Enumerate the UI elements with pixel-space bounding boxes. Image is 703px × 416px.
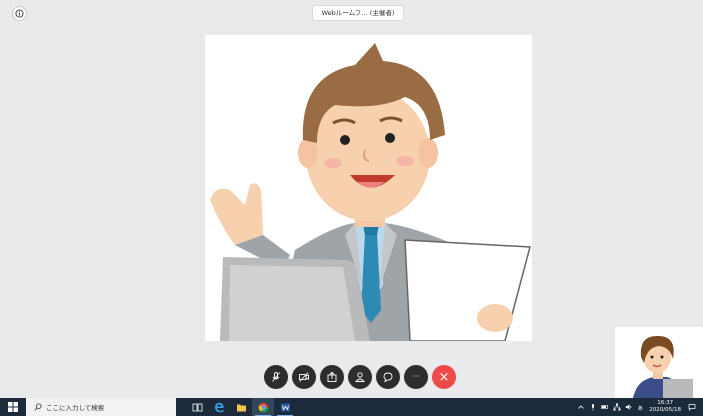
task-view-icon: [192, 403, 202, 411]
chevron-up-icon[interactable]: [577, 403, 585, 411]
mic-icon[interactable]: [589, 403, 597, 411]
edge-icon: [214, 402, 224, 412]
word-button[interactable]: [274, 398, 296, 416]
chrome-icon: [258, 402, 268, 412]
presenter-illustration: [210, 43, 531, 341]
taskbar: ここに入力して検索 ぁ 16:37 2020/05/18: [0, 398, 703, 416]
notification-icon: [688, 404, 696, 411]
mic-off-icon: [272, 372, 280, 382]
task-view-button[interactable]: [186, 398, 208, 416]
leave-button[interactable]: ×: [432, 365, 456, 389]
search-placeholder: ここに入力して検索: [46, 404, 105, 412]
word-icon: [280, 403, 290, 411]
battery-icon[interactable]: [601, 403, 609, 411]
folder-icon: [236, 404, 246, 411]
participants-button[interactable]: [348, 365, 372, 389]
taskbar-clock[interactable]: 16:37 2020/05/18: [649, 400, 681, 414]
self-illustration: [615, 327, 703, 398]
more-icon: ···: [412, 372, 420, 381]
camera-off-icon: [299, 372, 309, 382]
taskbar-apps: [186, 398, 296, 416]
mute-mic-button[interactable]: [264, 365, 288, 389]
more-button[interactable]: ···: [404, 365, 428, 389]
taskbar-search[interactable]: ここに入力して検索: [26, 398, 176, 416]
windows-icon: [8, 402, 18, 412]
volume-icon[interactable]: [625, 403, 633, 411]
self-view-video[interactable]: [615, 327, 703, 398]
share-icon: [327, 371, 337, 382]
chat-button[interactable]: [376, 365, 400, 389]
chat-icon: [383, 372, 393, 383]
ime-mode-indicator[interactable]: ぁ: [637, 403, 643, 412]
meeting-title[interactable]: Webルームフ… (主催者): [312, 5, 404, 21]
system-tray: ぁ 16:37 2020/05/18: [577, 398, 703, 416]
edge-button[interactable]: [208, 398, 230, 416]
file-explorer-button[interactable]: [230, 398, 252, 416]
chrome-button[interactable]: [252, 398, 274, 416]
network-icon[interactable]: [613, 403, 621, 411]
meeting-stage: Webルームフ… (主催者) ··· ×: [0, 0, 703, 398]
close-icon: ×: [438, 369, 450, 385]
clock-date: 2020/05/18: [649, 407, 681, 413]
info-icon: [15, 9, 24, 18]
notification-button[interactable]: [685, 398, 699, 416]
start-button[interactable]: [0, 398, 26, 416]
share-screen-button[interactable]: [320, 365, 344, 389]
info-button[interactable]: [12, 6, 27, 21]
person-icon: [355, 372, 365, 382]
main-participant-video[interactable]: [205, 35, 532, 341]
search-icon: [34, 403, 42, 411]
stop-video-button[interactable]: [292, 365, 316, 389]
clock-time: 16:37: [657, 400, 674, 406]
call-controls: ··· ×: [264, 365, 456, 391]
